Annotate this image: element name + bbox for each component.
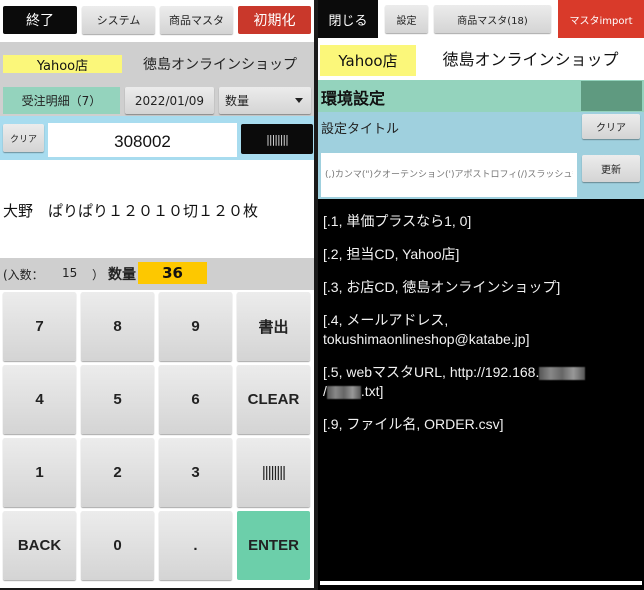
master-import-button[interactable]: マスタimport (558, 0, 644, 38)
initialize-button[interactable]: 初期化 (238, 6, 311, 34)
barcode-icon: |||||||| (266, 132, 289, 146)
pack-count-value: 15 (62, 266, 78, 280)
clear-button[interactable]: CLEAR (237, 365, 310, 434)
settings-list-item[interactable]: [.1, 単価プラスなら1, 0] (323, 212, 640, 231)
key-7[interactable]: 7 (3, 292, 76, 361)
dropdown-caret-icon (295, 98, 303, 103)
settings-button[interactable]: 設定 (385, 5, 428, 33)
product-master-button[interactable]: 商品マスタ(18) (434, 5, 551, 33)
key-9[interactable]: 9 (159, 292, 232, 361)
clear-code-button[interactable]: クリア (3, 124, 44, 152)
export-button[interactable]: 書出 (237, 292, 310, 361)
url-suffix: .txt] (360, 383, 384, 399)
product-master-button[interactable]: 商品マスタ (160, 6, 233, 34)
settings-list-item[interactable]: [.2, 担当CD, Yahoo店] (323, 245, 640, 264)
mode-select[interactable]: 数量 (219, 87, 311, 114)
key-6[interactable]: 6 (159, 365, 232, 434)
barcode-icon: |||||||| (261, 464, 286, 481)
numeric-keypad: 7 8 9 書出 4 5 6 CLEAR 1 2 3 |||||||| BACK… (0, 290, 314, 588)
redacted-block (539, 366, 586, 380)
key-3[interactable]: 3 (159, 438, 232, 507)
pack-count-label: (入数： (3, 268, 44, 282)
shop-name-label: 徳島オンラインショップ (143, 57, 297, 73)
barcode-key[interactable]: |||||||| (237, 438, 310, 507)
key-8[interactable]: 8 (81, 292, 154, 361)
settings-screen: 閉じる 設定 商品マスタ(18) マスタimport Yahoo店 徳島オンライ… (318, 0, 644, 590)
product-code-input[interactable] (48, 123, 237, 157)
exit-button[interactable]: 終了 (3, 6, 77, 34)
barcode-scan-button[interactable]: |||||||| (241, 124, 313, 154)
quantity-label: 数量 (108, 267, 136, 283)
date-button[interactable]: 2022/01/09 (125, 87, 214, 114)
store-name-label: Yahoo店 (320, 45, 416, 76)
close-button[interactable]: 閉じる (318, 0, 378, 38)
shop-name-label: 徳島オンラインショップ (442, 50, 619, 69)
setting-value-input[interactable] (321, 153, 577, 197)
settings-list-item[interactable]: [.4, メールアドレス, tokushimaonlineshop@katabe… (323, 311, 640, 349)
key-1[interactable]: 1 (3, 438, 76, 507)
update-button[interactable]: 更新 (582, 155, 640, 182)
setting-title-label: 設定タイトル (321, 122, 400, 137)
back-button[interactable]: BACK (3, 511, 76, 580)
product-name: 大野 ぱりぱり１２０１０切１２０枚 (3, 202, 259, 220)
key-0[interactable]: 0 (81, 511, 154, 580)
section-title: 環境設定 (321, 89, 386, 108)
pack-count-close: ） (92, 268, 105, 282)
key-5[interactable]: 5 (81, 365, 154, 434)
order-entry-screen: 終了 システム 商品マスタ 初期化 Yahoo店 徳島オンラインショップ 受注明… (0, 0, 314, 588)
settings-list-item[interactable]: [.9, ファイル名, ORDER.csv] (323, 415, 640, 434)
redacted-block (326, 385, 361, 399)
settings-list: [.1, 単価プラスなら1, 0] [.2, 担当CD, Yahoo店] [.3… (318, 202, 644, 582)
enter-button[interactable]: ENTER (237, 511, 310, 580)
store-name-label: Yahoo店 (3, 55, 122, 74)
bottom-divider (320, 581, 642, 585)
system-button[interactable]: システム (82, 6, 155, 34)
mode-select-value: 数量 (225, 94, 250, 108)
settings-list-item[interactable]: [.3, お店CD, 徳島オンラインショップ] (323, 278, 640, 297)
key-2[interactable]: 2 (81, 438, 154, 507)
settings-list-item[interactable]: [.5, webマスタURL, http://192.168. / .txt] (323, 363, 640, 401)
url-prefix: [.5, webマスタURL, http://192.168. (323, 364, 540, 380)
section-action-box[interactable] (581, 81, 642, 111)
key-dot[interactable]: . (159, 511, 232, 580)
quantity-value[interactable]: 36 (138, 262, 207, 284)
key-4[interactable]: 4 (3, 365, 76, 434)
clear-button[interactable]: クリア (582, 114, 640, 139)
order-details-button[interactable]: 受注明細（7） (3, 87, 120, 114)
